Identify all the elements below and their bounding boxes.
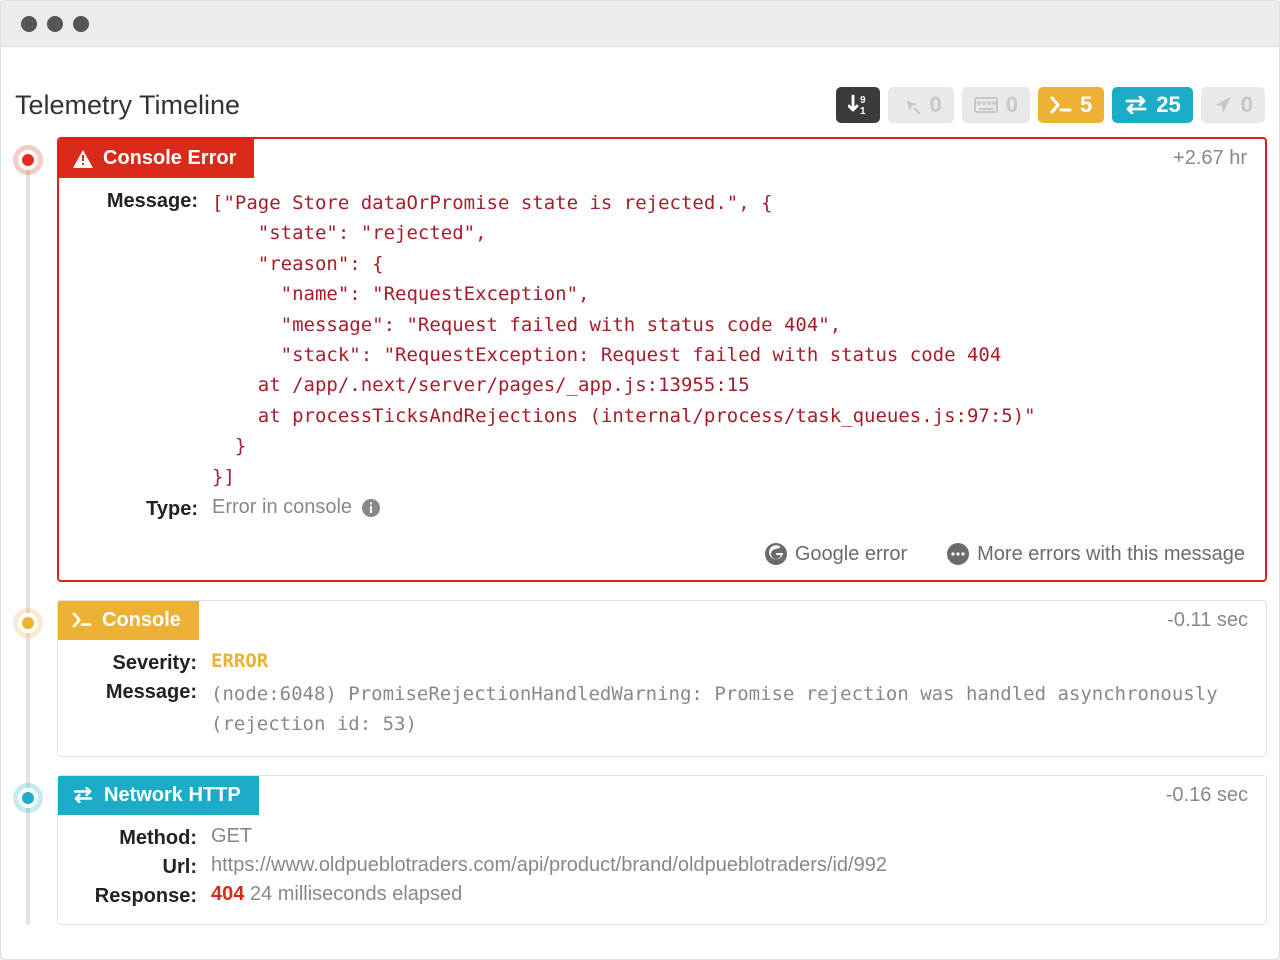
method-value: GET <box>211 825 1248 848</box>
app-window: Telemetry Timeline 9 1 <box>0 0 1280 960</box>
clicks-badge: 0 <box>888 87 954 123</box>
timeline-item: Network HTTP -0.16 sec Method: GET Url: … <box>57 775 1267 925</box>
network-swap-icon <box>72 787 94 803</box>
more-errors-link[interactable]: More errors with this message <box>947 543 1245 566</box>
sort-icon: 9 1 <box>848 94 868 116</box>
timeline-dot-error <box>13 145 43 175</box>
inputs-badge: 0 <box>962 87 1030 123</box>
severity-label: Severity: <box>76 650 211 675</box>
message-value: ["Page Store dataOrPromise state is reje… <box>212 188 1247 492</box>
window-close-dot[interactable] <box>21 16 37 32</box>
timestamp: -0.16 sec <box>1166 784 1266 807</box>
keyboard-icon <box>974 94 998 116</box>
window-titlebar <box>1 1 1279 47</box>
warning-triangle-icon <box>73 150 93 168</box>
terminal-icon <box>1050 96 1072 114</box>
card-body: Method: GET Url: https://www.oldpueblotr… <box>58 815 1266 924</box>
filter-badge-row: 9 1 0 <box>836 87 1265 123</box>
url-label: Url: <box>76 854 211 879</box>
timestamp: +2.67 hr <box>1173 147 1265 170</box>
console-error-card[interactable]: Console Error +2.67 hr Message: ["Page S… <box>57 137 1267 582</box>
console-badge[interactable]: 5 <box>1038 87 1104 123</box>
console-error-tag: Console Error <box>59 139 254 178</box>
navigation-count: 0 <box>1241 92 1253 118</box>
sort-badge[interactable]: 9 1 <box>836 87 880 123</box>
google-icon <box>765 543 787 565</box>
tag-label: Console <box>102 609 181 632</box>
timeline-item: Console -0.11 sec Severity: ERROR Messag… <box>57 600 1267 757</box>
type-value: Error in console <box>212 496 1247 519</box>
ellipsis-icon <box>947 543 969 565</box>
network-tag: Network HTTP <box>58 776 259 815</box>
timeline-item: Console Error +2.67 hr Message: ["Page S… <box>57 137 1267 582</box>
google-error-link[interactable]: Google error <box>765 543 907 566</box>
location-arrow-icon <box>1213 95 1233 115</box>
more-errors-label: More errors with this message <box>977 543 1245 566</box>
card-header: Console Error +2.67 hr <box>59 139 1265 178</box>
network-badge[interactable]: 25 <box>1112 87 1192 123</box>
message-label: Message: <box>77 188 212 213</box>
timeline-dot-network <box>13 783 43 813</box>
console-tag: Console <box>58 601 199 640</box>
response-label: Response: <box>76 883 211 908</box>
terminal-icon <box>72 612 92 628</box>
google-error-label: Google error <box>795 543 907 566</box>
svg-text:1: 1 <box>860 106 866 116</box>
card-body: Message: ["Page Store dataOrPromise stat… <box>59 178 1265 537</box>
tag-label: Console Error <box>103 147 236 170</box>
svg-text:9: 9 <box>860 95 866 106</box>
timeline: Console Error +2.67 hr Message: ["Page S… <box>13 137 1267 925</box>
clicks-count: 0 <box>930 92 942 118</box>
timestamp: -0.11 sec <box>1167 609 1266 632</box>
card-actions: Google error More er <box>59 537 1265 580</box>
window-zoom-dot[interactable] <box>73 16 89 32</box>
method-label: Method: <box>76 825 211 850</box>
message-value: (node:6048) PromiseRejectionHandledWarni… <box>211 679 1248 740</box>
console-card[interactable]: Console -0.11 sec Severity: ERROR Messag… <box>57 600 1267 757</box>
card-header: Console -0.11 sec <box>58 601 1266 640</box>
timeline-dot-console <box>13 608 43 638</box>
card-header: Network HTTP -0.16 sec <box>58 776 1266 815</box>
console-count: 5 <box>1080 92 1092 118</box>
card-body: Severity: ERROR Message: (node:6048) Pro… <box>58 640 1266 756</box>
severity-value: ERROR <box>211 650 1248 673</box>
type-label: Type: <box>77 496 212 521</box>
window-minimize-dot[interactable] <box>47 16 63 32</box>
network-count: 25 <box>1156 92 1180 118</box>
info-icon[interactable] <box>362 499 380 517</box>
inputs-count: 0 <box>1006 92 1018 118</box>
message-label: Message: <box>76 679 211 704</box>
header-row: Telemetry Timeline 9 1 <box>13 57 1267 123</box>
page-title: Telemetry Timeline <box>15 90 240 121</box>
cursor-click-icon <box>900 94 922 116</box>
network-card[interactable]: Network HTTP -0.16 sec Method: GET Url: … <box>57 775 1267 925</box>
tag-label: Network HTTP <box>104 784 241 807</box>
response-value: 404 24 milliseconds elapsed <box>211 883 1248 906</box>
url-value: https://www.oldpueblotraders.com/api/pro… <box>211 854 1248 877</box>
content-area: Telemetry Timeline 9 1 <box>1 47 1279 925</box>
network-swap-icon <box>1124 96 1148 114</box>
navigation-badge: 0 <box>1201 87 1265 123</box>
